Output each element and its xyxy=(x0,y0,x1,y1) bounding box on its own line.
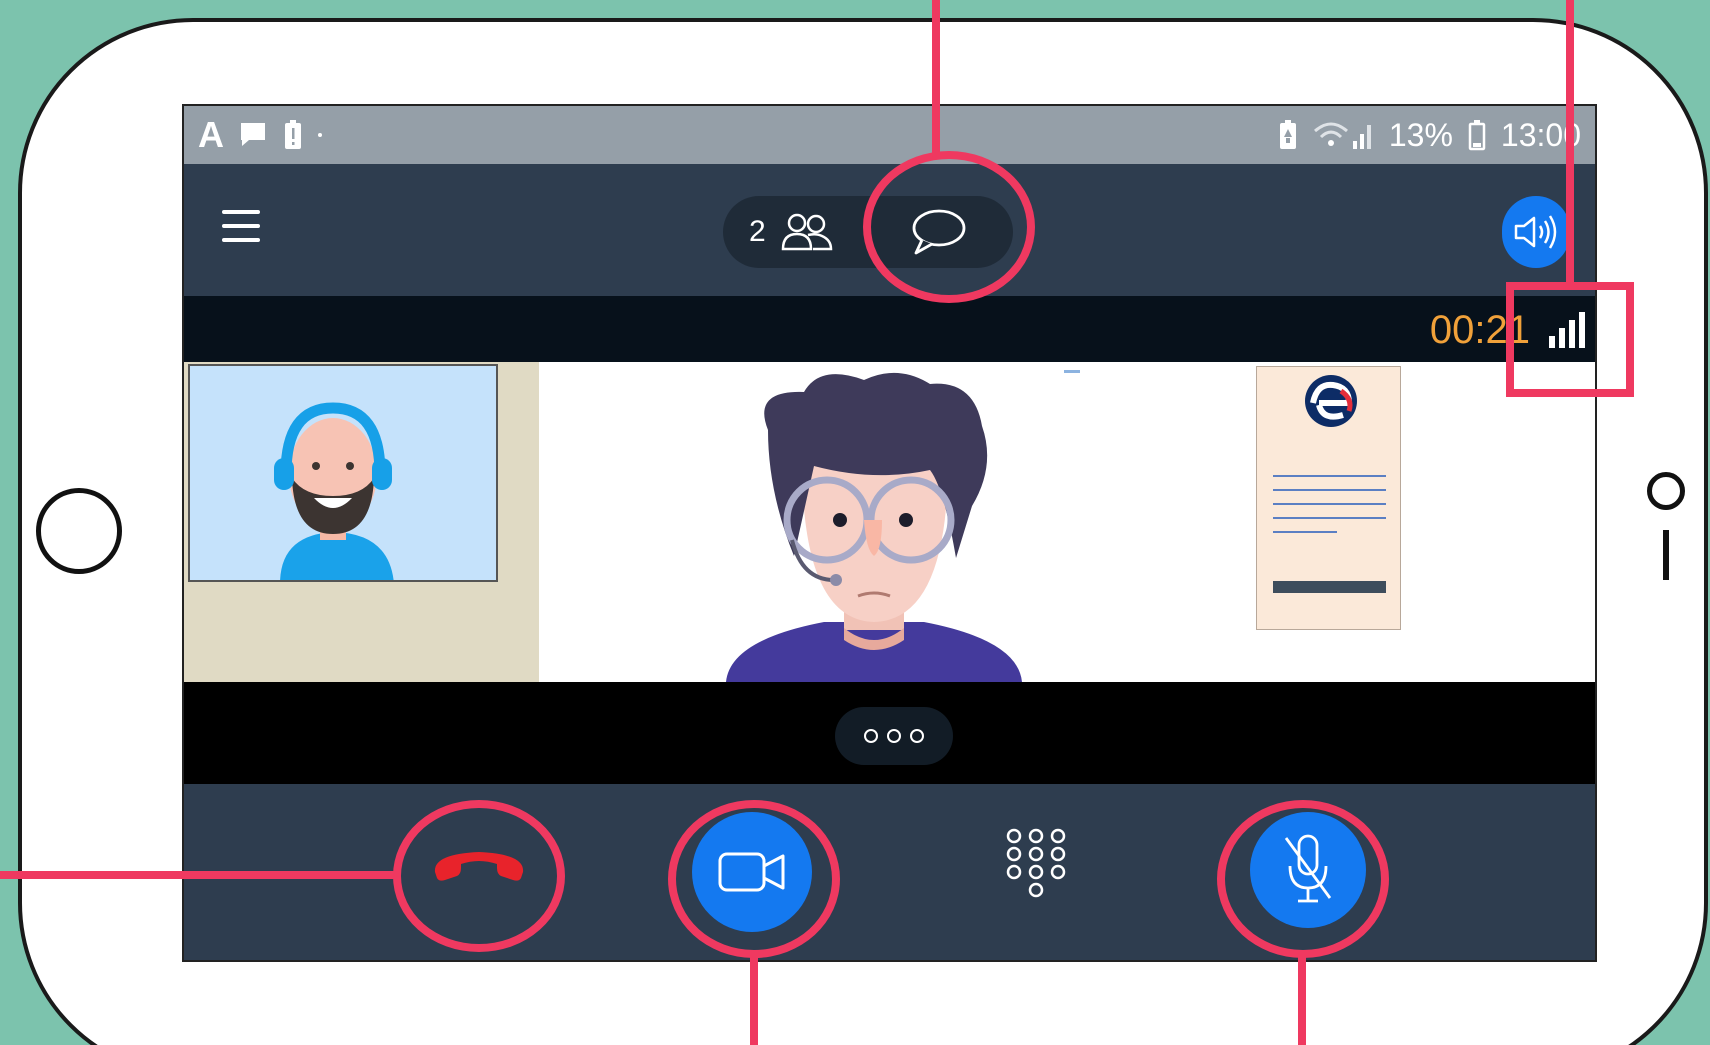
app-letter-icon: A xyxy=(198,114,224,155)
camera-button[interactable] xyxy=(692,812,812,932)
participants-button[interactable]: 2 xyxy=(749,211,834,253)
battery-saver-icon xyxy=(1279,120,1296,149)
chat-button[interactable] xyxy=(908,206,968,263)
menu-icon[interactable] xyxy=(222,210,260,244)
call-controls-bar xyxy=(184,784,1595,960)
message-icon xyxy=(241,123,265,146)
status-left: A xyxy=(198,114,322,156)
video-marker xyxy=(1064,370,1080,373)
dot-icon xyxy=(318,133,322,137)
connection-quality-icon xyxy=(1549,310,1585,348)
call-toolbar: 2 xyxy=(184,164,1595,296)
battery-icon xyxy=(1468,120,1486,151)
alert-battery-icon xyxy=(285,120,301,149)
chat-icon xyxy=(912,209,966,255)
participants-icon xyxy=(781,213,832,251)
shared-document-thumbnail[interactable] xyxy=(1256,366,1401,630)
self-view-video[interactable] xyxy=(188,364,498,582)
status-bar: A 13% 13:00 xyxy=(184,106,1595,164)
keypad-icon xyxy=(1006,828,1066,898)
participant-count: 2 xyxy=(749,215,766,248)
mic-muted-icon xyxy=(1284,834,1332,903)
battery-percent: 13% xyxy=(1388,116,1453,153)
home-button[interactable] xyxy=(36,488,122,574)
wifi-cell-signal-icon xyxy=(1313,122,1371,149)
side-button xyxy=(1663,530,1669,580)
controls-divider xyxy=(184,682,1595,784)
hangup-icon xyxy=(434,852,524,881)
document-illustration xyxy=(1273,375,1386,593)
keypad-button[interactable] xyxy=(1004,826,1068,915)
call-info-bar: 00:21 xyxy=(184,296,1595,362)
camera-icon xyxy=(718,852,785,892)
speaker-button[interactable] xyxy=(1502,196,1570,268)
more-options-icon[interactable] xyxy=(835,707,953,765)
call-timer: 00:21 xyxy=(1429,308,1530,352)
speaker-icon xyxy=(1514,215,1557,249)
self-avatar-illustration xyxy=(274,402,394,580)
video-area xyxy=(184,362,1595,682)
phone-screen: A 13% 13:00 2 00:21 xyxy=(182,104,1597,962)
mute-button[interactable] xyxy=(1250,812,1366,928)
hangup-button[interactable] xyxy=(429,832,529,897)
clock: 13:00 xyxy=(1500,116,1581,153)
participants-chat-pill: 2 xyxy=(723,196,1013,268)
status-right: 13% 13:00 xyxy=(1277,117,1581,154)
remote-participant-illustration xyxy=(726,372,1022,682)
front-camera-dot xyxy=(1647,472,1685,510)
